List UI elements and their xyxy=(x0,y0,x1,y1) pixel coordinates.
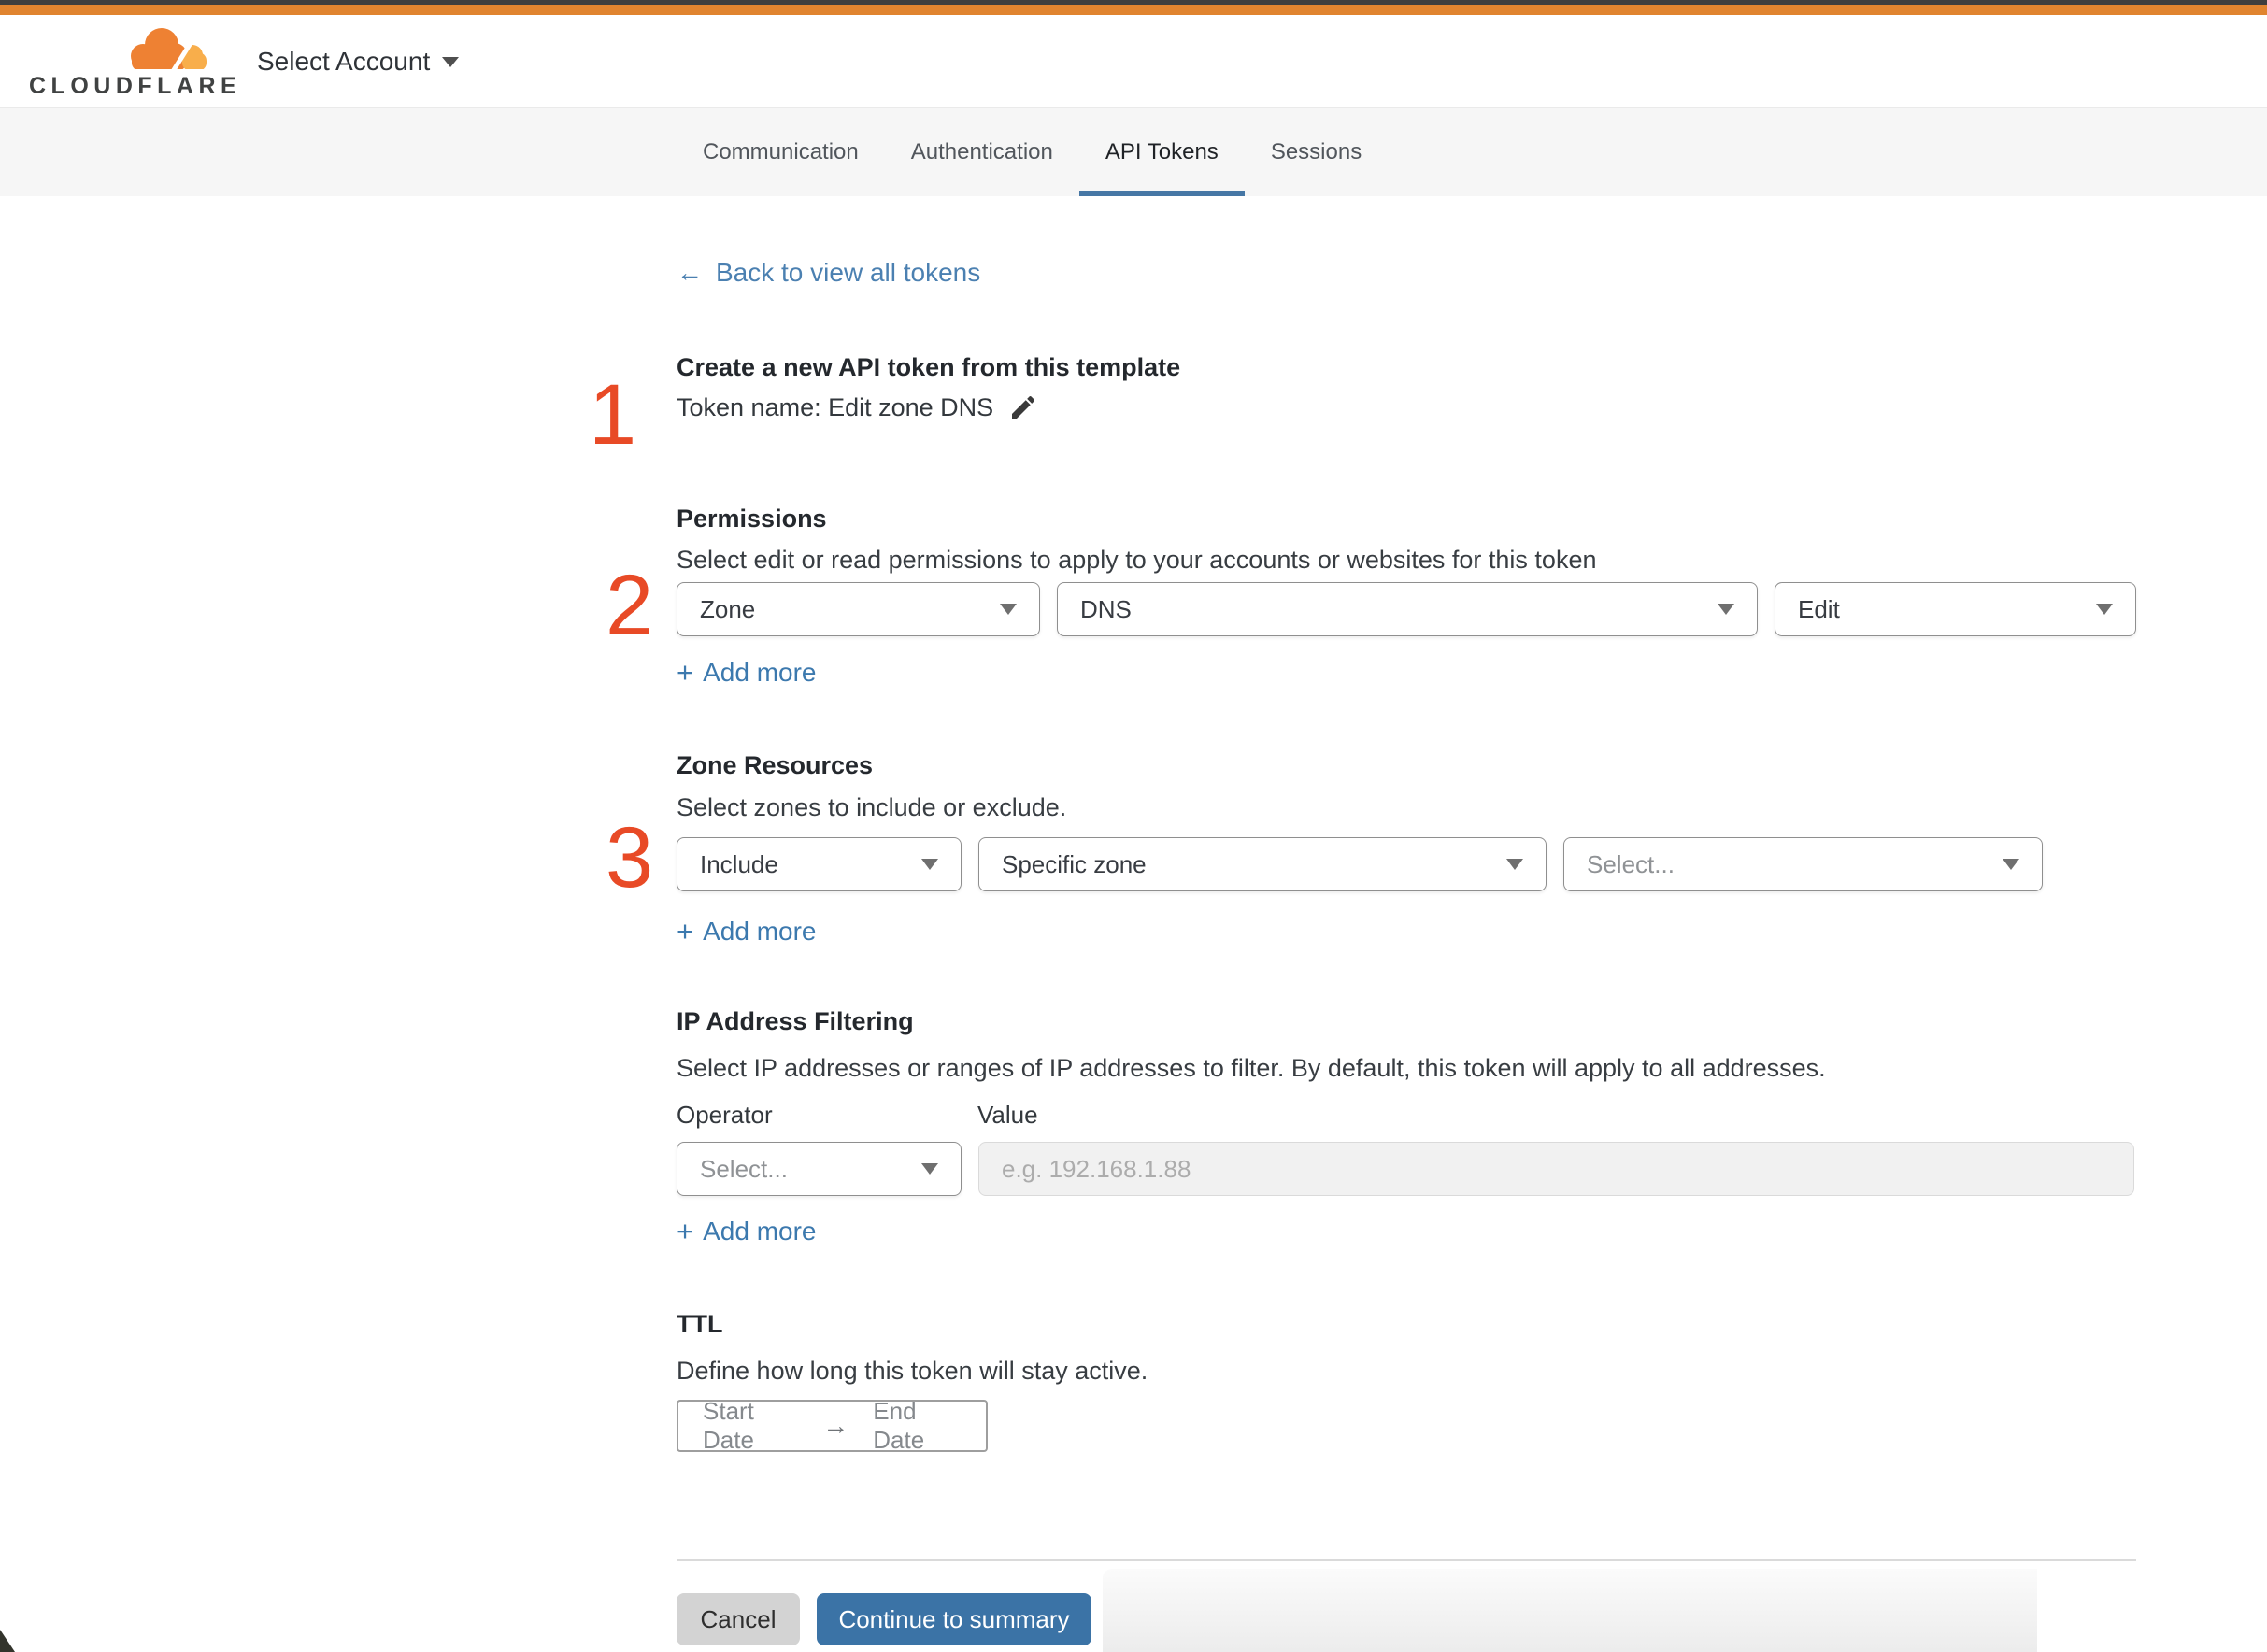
cloudflare-cloud-icon xyxy=(131,28,207,71)
ip-filtering-heading: IP Address Filtering xyxy=(677,1007,914,1035)
account-selector[interactable]: Select Account xyxy=(257,15,460,108)
ip-operator-select[interactable]: Select... xyxy=(677,1142,962,1196)
permissions-add-more-link[interactable]: + Add more xyxy=(677,656,817,690)
token-name-label: Token name: Edit zone DNS xyxy=(677,392,994,421)
ttl-description: Define how long this token will stay act… xyxy=(677,1357,1148,1385)
permissions-row: Zone DNS Edit xyxy=(677,582,2136,636)
zone-resources-row: Include Specific zone Select... xyxy=(677,837,2043,891)
zone-include-exclude-select[interactable]: Include xyxy=(677,837,962,891)
tab-label: Authentication xyxy=(910,139,1053,164)
footer-gradient-panel xyxy=(1103,1569,2037,1652)
stray-cursor-artifact xyxy=(0,1630,15,1652)
plus-icon: + xyxy=(677,1215,694,1247)
chevron-down-icon xyxy=(2096,604,2113,615)
zone-scope-select[interactable]: Specific zone xyxy=(978,837,1547,891)
permission-scope-value: Zone xyxy=(700,594,756,623)
right-arrow-icon: → xyxy=(822,1411,849,1440)
plus-icon: + xyxy=(677,915,694,947)
ip-filtering-description: Select IP addresses or ranges of IP addr… xyxy=(677,1054,1826,1082)
back-link-label: Back to view all tokens xyxy=(716,258,981,287)
footer-divider xyxy=(677,1559,2136,1561)
add-more-label: Add more xyxy=(703,1217,817,1246)
ip-filtering-add-more-link[interactable]: + Add more xyxy=(677,1215,817,1248)
end-date-label: End Date xyxy=(873,1397,925,1454)
date-range-picker[interactable]: Start Date → End Date xyxy=(677,1397,988,1454)
permission-level-select[interactable]: Edit xyxy=(1775,582,2136,636)
ip-filtering-row: Select... xyxy=(677,1142,2134,1196)
permission-category-value: DNS xyxy=(1080,594,1132,623)
token-name-row: Token name: Edit zone DNS xyxy=(677,392,1038,422)
ip-operator-value: Select... xyxy=(700,1154,788,1183)
annotation-step-3: 3 xyxy=(606,810,654,905)
header: CLOUDFLARE Select Account xyxy=(0,15,2267,108)
plus-icon: + xyxy=(677,656,694,689)
tab-api-tokens[interactable]: API Tokens xyxy=(1078,108,1245,196)
zone-resources-add-more-link[interactable]: + Add more xyxy=(677,915,817,948)
tab-communication[interactable]: Communication xyxy=(677,108,885,196)
zone-scope-value: Specific zone xyxy=(1002,849,1147,878)
permissions-description: Select edit or read permissions to apply… xyxy=(677,546,1597,574)
add-more-label: Add more xyxy=(703,917,817,946)
chevron-down-icon xyxy=(921,859,938,870)
value-label: Value xyxy=(977,1101,1038,1129)
cancel-button[interactable]: Cancel xyxy=(677,1593,800,1645)
start-date-label: Start Date xyxy=(703,1397,754,1454)
permission-level-value: Edit xyxy=(1798,594,1840,623)
ttl-heading: TTL xyxy=(677,1310,723,1338)
chevron-down-icon xyxy=(1718,604,1734,615)
permission-category-select[interactable]: DNS xyxy=(1057,582,1758,636)
edit-pencil-icon[interactable] xyxy=(1008,392,1038,422)
chevron-down-icon xyxy=(921,1163,938,1175)
left-arrow-icon: ← xyxy=(677,258,703,287)
add-more-label: Add more xyxy=(703,658,817,687)
continue-to-summary-button[interactable]: Continue to summary xyxy=(817,1593,1091,1645)
annotation-step-1: 1 xyxy=(589,367,637,463)
operator-label: Operator xyxy=(677,1101,773,1129)
logo-wordmark: CLOUDFLARE xyxy=(29,73,242,99)
tab-bar: Communication Authentication API Tokens … xyxy=(0,108,2267,196)
chevron-down-icon xyxy=(1000,604,1017,615)
permission-scope-select[interactable]: Zone xyxy=(677,582,1040,636)
zone-picker-select[interactable]: Select... xyxy=(1563,837,2043,891)
top-accent-bar xyxy=(0,5,2267,15)
account-selector-label: Select Account xyxy=(257,47,431,76)
chevron-down-icon xyxy=(2003,859,2019,870)
page-title: Create a new API token from this templat… xyxy=(677,353,1181,381)
chevron-down-icon xyxy=(442,56,460,67)
zone-include-exclude-value: Include xyxy=(700,849,778,878)
annotation-step-2: 2 xyxy=(606,558,654,653)
tab-label: Sessions xyxy=(1270,139,1362,164)
tab-label: Communication xyxy=(703,139,859,164)
tabs: Communication Authentication API Tokens … xyxy=(677,108,1388,196)
ip-value-input[interactable] xyxy=(978,1142,2134,1196)
zone-resources-description: Select zones to include or exclude. xyxy=(677,793,1067,821)
tab-label: API Tokens xyxy=(1105,139,1219,164)
tab-authentication[interactable]: Authentication xyxy=(885,108,1079,196)
chevron-down-icon xyxy=(1506,859,1523,870)
zone-picker-value: Select... xyxy=(1587,849,1675,878)
back-link[interactable]: ← Back to view all tokens xyxy=(677,258,980,288)
tab-sessions[interactable]: Sessions xyxy=(1245,108,1388,196)
zone-resources-heading: Zone Resources xyxy=(677,751,874,779)
cloudflare-logo[interactable]: CLOUDFLARE xyxy=(29,22,236,101)
permissions-heading: Permissions xyxy=(677,505,827,533)
